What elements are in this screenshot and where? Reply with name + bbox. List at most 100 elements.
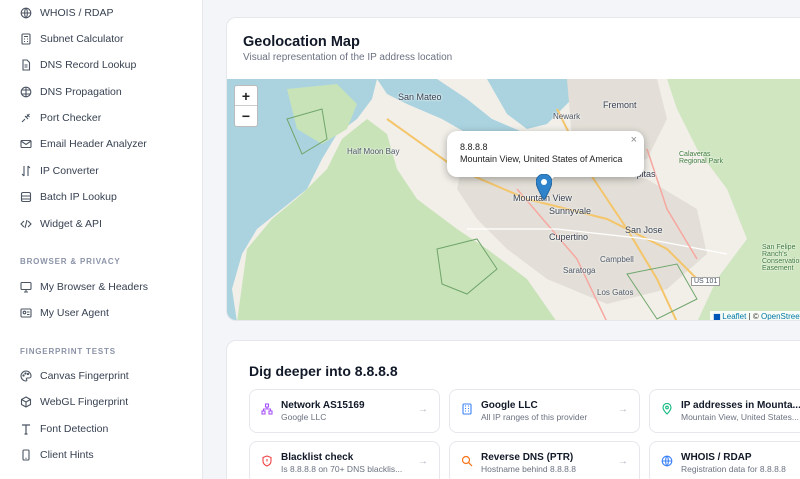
sidebar-item-label: DNS Record Lookup — [40, 59, 137, 71]
sidebar-item-subnet-calculator[interactable]: Subnet Calculator — [20, 29, 123, 49]
sidebar-item-batch-ip-lookup[interactable]: Batch IP Lookup — [20, 187, 117, 207]
map-label-cupertino: Cupertino — [549, 232, 589, 242]
map-pin-icon — [661, 403, 673, 415]
sidebar-item-label: WHOIS / RDAP — [40, 7, 114, 19]
map-label-san-jose: San Jose — [625, 225, 663, 235]
shield-icon — [261, 455, 273, 467]
tile-blacklist-check[interactable]: Blacklist check Is 8.8.8.8 on 70+ DNS bl… — [249, 441, 440, 479]
layers-icon — [20, 191, 32, 203]
sidebar-item-webgl-fingerprint[interactable]: WebGL Fingerprint — [20, 392, 128, 412]
sidebar-item-dns-record-lookup[interactable]: DNS Record Lookup — [20, 55, 136, 75]
plug-icon — [20, 112, 32, 124]
sidebar-item-label: Port Checker — [40, 112, 102, 124]
phone-icon — [20, 449, 32, 461]
monitor-icon — [20, 281, 32, 293]
tile-provider[interactable]: Google LLC All IP ranges of this provide… — [449, 389, 640, 433]
ukraine-flag-icon: ▆ — [713, 312, 721, 321]
sidebar-item-font-detection[interactable]: Font Detection — [20, 419, 108, 439]
arrow-right-icon: → — [618, 456, 628, 467]
swap-icon — [20, 165, 32, 177]
sidebar-item-my-user-agent[interactable]: My User Agent — [20, 303, 109, 323]
calculator-icon — [20, 33, 32, 45]
map-label-saratoga: Saratoga — [563, 266, 596, 275]
map-label-campbell: Campbell — [600, 255, 634, 264]
tile-title: IP addresses in Mounta... — [681, 400, 800, 411]
sidebar: WHOIS / RDAP Subnet Calculator DNS Recor… — [0, 0, 203, 479]
tile-reverse-dns[interactable]: Reverse DNS (PTR) Hostname behind 8.8.8.… — [449, 441, 640, 479]
arrow-right-icon: → — [618, 404, 628, 415]
zoom-control: + − — [234, 85, 258, 127]
building-icon — [461, 403, 473, 415]
id-card-icon — [20, 307, 32, 319]
tile-subtitle: All IP ranges of this provider — [481, 412, 588, 422]
map-subtitle: Visual representation of the IP address … — [243, 52, 453, 63]
geolocation-map-card: Geolocation Map Visual representation of… — [226, 17, 800, 321]
map-label-newark: Newark — [553, 112, 581, 121]
mail-icon — [20, 138, 32, 150]
sidebar-item-ip-converter[interactable]: IP Converter — [20, 161, 99, 181]
map-pin-marker-icon[interactable] — [536, 174, 552, 200]
map-label-sunnyvale: Sunnyvale — [549, 206, 592, 216]
arrow-right-icon: → — [418, 456, 428, 467]
sidebar-item-label: Client Hints — [40, 449, 94, 461]
search-icon — [461, 455, 473, 467]
sidebar-item-whois[interactable]: WHOIS / RDAP — [20, 3, 114, 23]
sidebar-item-port-checker[interactable]: Port Checker — [20, 108, 101, 128]
zoom-in-button[interactable]: + — [235, 86, 257, 106]
tile-title: Reverse DNS (PTR) — [481, 452, 574, 463]
tile-title: Google LLC — [481, 400, 538, 411]
map-label-us101: US 101 — [691, 277, 721, 286]
code-icon — [20, 218, 32, 230]
sidebar-item-label: Canvas Fingerprint — [40, 370, 129, 382]
document-icon — [20, 59, 32, 71]
cube-icon — [20, 396, 32, 408]
sidebar-item-my-browser-headers[interactable]: My Browser & Headers — [20, 277, 148, 297]
map-title: Geolocation Map — [243, 34, 360, 50]
tile-subtitle: Mountain View, United States... — [681, 412, 799, 422]
popup-close-icon[interactable]: × — [631, 134, 637, 146]
tile-subtitle: Google LLC — [281, 412, 327, 422]
location-popup: × 8.8.8.8 Mountain View, United States o… — [447, 131, 644, 177]
tile-network-asn[interactable]: Network AS15169 Google LLC → — [249, 389, 440, 433]
map-label-half-moon-bay: Half Moon Bay — [347, 147, 400, 156]
globe-icon — [661, 455, 673, 467]
sidebar-item-label: My User Agent — [40, 307, 109, 319]
map-label-los-gatos: Los Gatos — [597, 288, 634, 297]
map-attribution: ▆ Leaflet | © OpenStreetMa — [709, 311, 800, 321]
map-label-san-felipe: San Felipe Ranch's Conservation Easement — [762, 244, 800, 272]
map-label-fremont: Fremont — [603, 100, 637, 110]
dig-deeper-card: Dig deeper into 8.8.8.8 Network AS15169 … — [226, 340, 800, 479]
section-heading-fingerprint-tests: FINGERPRINT TESTS — [20, 347, 116, 356]
sidebar-item-label: WebGL Fingerprint — [40, 396, 129, 408]
popup-location: Mountain View, United States of America — [460, 154, 623, 164]
attribution-separator: | © — [746, 312, 761, 321]
map-label-san-mateo: San Mateo — [398, 92, 442, 102]
map-view[interactable]: San Mateo Fremont Newark Half Moon Bay M… — [227, 79, 800, 321]
map-label-calaveras: Calaveras Regional Park — [679, 151, 723, 165]
tile-ips-in-city[interactable]: IP addresses in Mounta... Mountain View,… — [649, 389, 800, 433]
sidebar-item-email-header-analyzer[interactable]: Email Header Analyzer — [20, 134, 147, 154]
leaflet-link[interactable]: Leaflet — [722, 312, 746, 320]
sidebar-item-canvas-fingerprint[interactable]: Canvas Fingerprint — [20, 366, 129, 386]
dig-deeper-title: Dig deeper into 8.8.8.8 — [249, 363, 398, 379]
sidebar-item-client-hints[interactable]: Client Hints — [20, 445, 94, 465]
tile-title: WHOIS / RDAP — [681, 452, 752, 463]
palette-icon — [20, 370, 32, 382]
globe-icon — [20, 7, 32, 19]
tile-whois-rdap[interactable]: WHOIS / RDAP Registration data for 8.8.8… — [649, 441, 800, 479]
osm-link[interactable]: OpenStreetMa — [761, 312, 800, 320]
tile-subtitle: Is 8.8.8.8 on 70+ DNS blacklis... — [281, 464, 403, 474]
tile-subtitle: Hostname behind 8.8.8.8 — [481, 464, 576, 474]
section-heading-browser-privacy: BROWSER & PRIVACY — [20, 257, 121, 266]
sidebar-item-label: My Browser & Headers — [40, 281, 148, 293]
popup-ip: 8.8.8.8 — [460, 142, 488, 152]
tile-subtitle: Registration data for 8.8.8.8 — [681, 464, 786, 474]
sidebar-item-label: Font Detection — [40, 423, 109, 435]
sidebar-item-label: DNS Propagation — [40, 86, 122, 98]
zoom-out-button[interactable]: − — [235, 106, 257, 126]
sidebar-item-label: Batch IP Lookup — [40, 191, 117, 203]
sidebar-item-dns-propagation[interactable]: DNS Propagation — [20, 82, 122, 102]
sidebar-item-label: Widget & API — [40, 218, 102, 230]
sidebar-item-widget-api[interactable]: Widget & API — [20, 214, 102, 234]
sidebar-item-label: IP Converter — [40, 165, 99, 177]
